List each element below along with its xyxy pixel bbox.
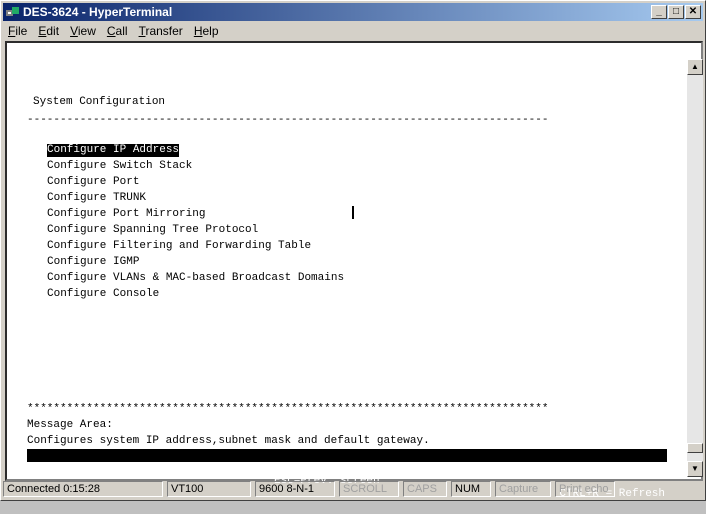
status-emulation: VT100	[167, 481, 251, 497]
status-connected: Connected 0:15:28	[3, 481, 163, 497]
status-bar: Connected 0:15:28 VT100 9600 8-N-1 SCROL…	[3, 480, 703, 498]
minimize-button[interactable]: _	[651, 5, 667, 19]
title-bar[interactable]: DES-3624 - HyperTerminal _ □ ✕	[3, 3, 703, 21]
scroll-up-button[interactable]: ▲	[687, 59, 703, 75]
menu-view[interactable]: View	[65, 22, 102, 38]
menu-edit[interactable]: Edit	[33, 22, 65, 38]
screen-heading: System Configuration	[33, 96, 166, 108]
heading-divider: ----------------------------------------…	[27, 114, 549, 126]
menu-file[interactable]: File	[3, 22, 33, 38]
menu-option-configure-port[interactable]: Configure Port	[47, 176, 139, 189]
close-button[interactable]: ✕	[685, 5, 701, 19]
status-settings: 9600 8-N-1	[255, 481, 335, 497]
window-title: DES-3624 - HyperTerminal	[23, 5, 173, 19]
menu-option-configure-port-mirroring[interactable]: Configure Port Mirroring	[47, 208, 205, 221]
menu-option-configure-console[interactable]: Configure Console	[47, 288, 159, 301]
status-capture: Capture	[495, 481, 551, 497]
menu-option-configure-filtering[interactable]: Configure Filtering and Forwarding Table	[47, 240, 311, 253]
menu-bar: File Edit View Call Transfer Help	[3, 22, 703, 40]
message-divider: ****************************************…	[27, 403, 549, 415]
menu-option-configure-ip-address[interactable]: Configure IP Address	[47, 144, 180, 157]
menu-transfer[interactable]: Transfer	[134, 22, 189, 38]
hyperterminal-window: DES-3624 - HyperTerminal _ □ ✕ File Edit V…	[0, 0, 706, 501]
menu-help[interactable]: Help	[189, 22, 225, 38]
menu-option-configure-trunk[interactable]: Configure TRUNK	[47, 192, 146, 205]
maximize-button[interactable]: □	[668, 5, 684, 19]
menu-option-configure-vlans[interactable]: Configure VLANs & MAC-based Broadcast Do…	[47, 272, 344, 285]
menu-option-configure-switch-stack[interactable]: Configure Switch Stack	[47, 160, 192, 173]
terminal-screen[interactable]: System Configuration -------------------…	[27, 61, 671, 500]
status-num: NUM	[451, 481, 491, 497]
text-cursor	[352, 206, 354, 219]
menu-option-configure-igmp[interactable]: Configure IGMP	[47, 256, 139, 269]
scroll-down-button[interactable]: ▼	[687, 461, 703, 477]
status-scroll: SCROLL	[339, 481, 399, 497]
message-area-label: Message Area:	[27, 419, 113, 431]
footer-hotkey-bar: CTRL+T=Root screen Esc=Prev. screen CTRL…	[27, 449, 667, 500]
message-area-text: Configures system IP address,subnet mask…	[27, 435, 430, 447]
menu-option-configure-stp[interactable]: Configure Spanning Tree Protocol	[47, 224, 258, 237]
scroll-thumb[interactable]	[687, 443, 703, 453]
footer-root-screen: CTRL+T=Root screen	[31, 462, 150, 474]
status-caps: CAPS	[403, 481, 447, 497]
status-print-echo: Print echo	[555, 481, 615, 497]
vertical-scrollbar[interactable]: ▲ ▼	[687, 59, 703, 477]
hyperterminal-app-icon	[6, 7, 19, 16]
menu-call[interactable]: Call	[102, 22, 134, 38]
